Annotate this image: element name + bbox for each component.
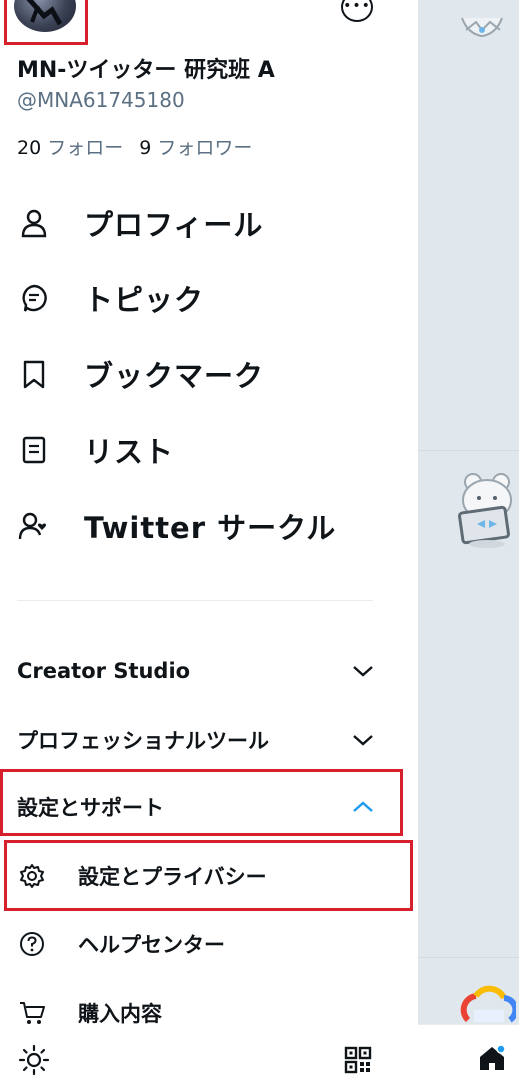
display-name: MN-ツイッター 研究班 A bbox=[17, 58, 275, 83]
chevron-down-icon bbox=[349, 726, 377, 754]
nav-item-profile[interactable]: プロフィール bbox=[14, 198, 404, 248]
home-icon bbox=[480, 1044, 506, 1070]
nav-item-topics[interactable]: トピック bbox=[14, 273, 404, 323]
avatar-highlight-box bbox=[4, 0, 88, 45]
divider bbox=[17, 600, 373, 601]
more-dots-icon: ••• bbox=[343, 0, 371, 14]
home-tab[interactable] bbox=[472, 1038, 512, 1078]
side-drawer: ••• MN-ツイッター 研究班 A @MNA61745180 20 フォロー 9… bbox=[0, 0, 418, 1080]
qr-code-icon bbox=[344, 1046, 372, 1074]
bookmark-icon bbox=[14, 354, 54, 394]
followers-label: フォロワー bbox=[157, 137, 253, 159]
section-label: プロフェッショナルツール bbox=[17, 729, 269, 753]
following-count: 20 bbox=[17, 137, 42, 159]
cart-icon bbox=[14, 995, 50, 1031]
help-circle-icon bbox=[14, 926, 50, 962]
followers-link[interactable]: 9 フォロワー bbox=[139, 137, 252, 159]
nav-item-twitter-circle[interactable]: Twitter サークル bbox=[14, 501, 404, 551]
qr-code-button[interactable] bbox=[340, 1042, 376, 1078]
followers-count: 9 bbox=[139, 137, 152, 159]
topic-bubble-icon bbox=[14, 278, 54, 318]
menu-item-help-center[interactable]: ヘルプセンター bbox=[14, 922, 394, 966]
nav-item-bookmarks[interactable]: ブックマーク bbox=[14, 349, 404, 399]
list-icon bbox=[14, 430, 54, 470]
nav-label: プロフィール bbox=[84, 208, 264, 242]
section-label: Creator Studio bbox=[17, 659, 191, 683]
sun-icon bbox=[18, 1044, 50, 1076]
menu-item-label: 購入内容 bbox=[78, 1002, 162, 1026]
settings-support-highlight-box bbox=[0, 769, 403, 836]
section-professional-tools[interactable]: プロフェッショナルツール bbox=[17, 720, 377, 760]
follow-counts: 20 フォロー 9 フォロワー bbox=[17, 133, 252, 160]
chevron-down-icon bbox=[349, 657, 377, 685]
bear-sticker-image bbox=[458, 473, 512, 548]
nav-label: Twitter サークル bbox=[84, 511, 337, 545]
nav-label: リスト bbox=[84, 435, 175, 469]
nav-label: トピック bbox=[84, 283, 205, 317]
nav-item-lists[interactable]: リスト bbox=[14, 425, 404, 475]
user-handle: @MNA61745180 bbox=[17, 88, 185, 112]
following-link[interactable]: 20 フォロー bbox=[17, 137, 123, 159]
display-settings-button[interactable] bbox=[14, 1040, 54, 1080]
sticker-image-top bbox=[461, 17, 503, 38]
person-icon bbox=[14, 203, 54, 243]
cloud-logo-image bbox=[460, 985, 516, 1023]
settings-privacy-highlight-box bbox=[4, 840, 413, 911]
accounts-more-button[interactable]: ••• bbox=[341, 0, 373, 22]
menu-item-purchases[interactable]: 購入内容 bbox=[14, 991, 394, 1035]
nav-label: ブックマーク bbox=[84, 359, 265, 393]
following-label: フォロー bbox=[47, 137, 124, 159]
circle-people-icon bbox=[14, 506, 54, 546]
menu-item-label: ヘルプセンター bbox=[78, 933, 225, 957]
section-creator-studio[interactable]: Creator Studio bbox=[17, 651, 377, 691]
